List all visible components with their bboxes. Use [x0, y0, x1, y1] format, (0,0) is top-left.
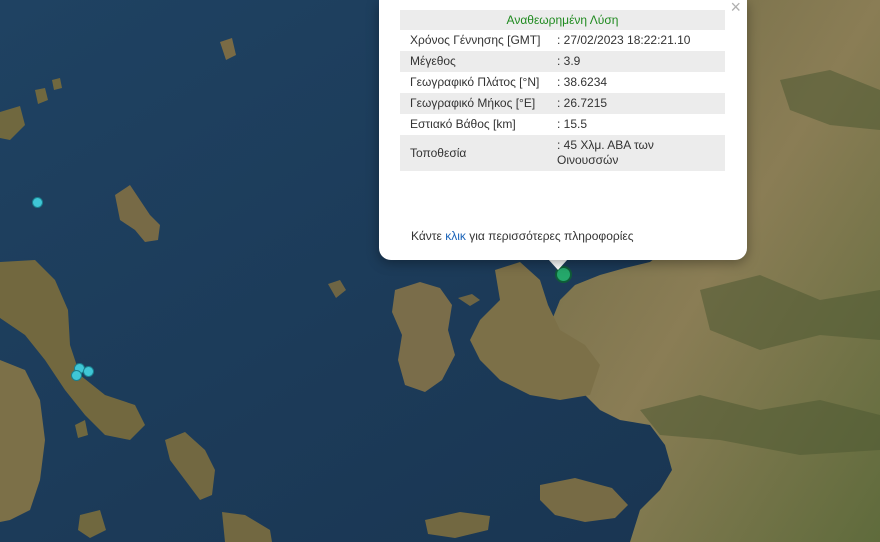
- info-row: Χρόνος Γέννησης [GMT] : 27/02/2023 18:22…: [400, 30, 725, 51]
- info-row: Γεωγραφικό Μήκος [°E] : 26.7215: [400, 93, 725, 114]
- info-value: : 15.5: [557, 117, 588, 131]
- info-row: Μέγεθος : 3.9: [400, 51, 725, 72]
- info-label: Γεωγραφικό Μήκος [°E]: [400, 93, 551, 114]
- info-label: Τοποθεσία: [400, 135, 551, 171]
- info-value: : 38.6234: [557, 75, 608, 89]
- info-value: : 45 Χλμ. ΑΒΑ των Οινουσσών: [551, 135, 725, 171]
- earthquake-info-popup: × Αναθεωρημένη Λύση Χρόνος Γέννησης [GMT…: [379, 0, 747, 260]
- popup-title: Αναθεωρημένη Λύση: [400, 10, 725, 30]
- popup-tip: [548, 259, 568, 270]
- more-info-link[interactable]: κλικ: [445, 229, 466, 243]
- info-label: Μέγεθος: [400, 51, 551, 72]
- info-label: Εστιακό Βάθος [km]: [410, 117, 516, 131]
- earthquake-marker[interactable]: [83, 366, 94, 377]
- more-info-text: Κάντε κλικ για περισσότερες πληροφορίες: [411, 229, 634, 243]
- map[interactable]: × Αναθεωρημένη Λύση Χρόνος Γέννησης [GMT…: [0, 0, 880, 542]
- info-value: : 27/02/2023 18:22:21.10: [557, 33, 691, 47]
- info-table: Αναθεωρημένη Λύση Χρόνος Γέννησης [GMT] …: [400, 10, 725, 171]
- info-value: : 26.7215: [551, 93, 725, 114]
- close-icon[interactable]: ×: [730, 0, 741, 16]
- info-row: Τοποθεσία : 45 Χλμ. ΑΒΑ των Οινουσσών: [400, 135, 725, 171]
- earthquake-marker[interactable]: [32, 197, 43, 208]
- earthquake-marker[interactable]: [71, 370, 82, 381]
- info-label: Γεωγραφικό Πλάτος [°N]: [410, 75, 540, 89]
- info-row: Εστιακό Βάθος [km] : 15.5: [400, 114, 725, 135]
- more-info-prefix: Κάντε: [411, 229, 446, 243]
- info-value: : 3.9: [551, 51, 725, 72]
- more-info-suffix: για περισσότερες πληροφορίες: [465, 229, 634, 243]
- info-label: Χρόνος Γέννησης [GMT]: [410, 33, 541, 47]
- info-row: Γεωγραφικό Πλάτος [°N] : 38.6234: [400, 72, 725, 93]
